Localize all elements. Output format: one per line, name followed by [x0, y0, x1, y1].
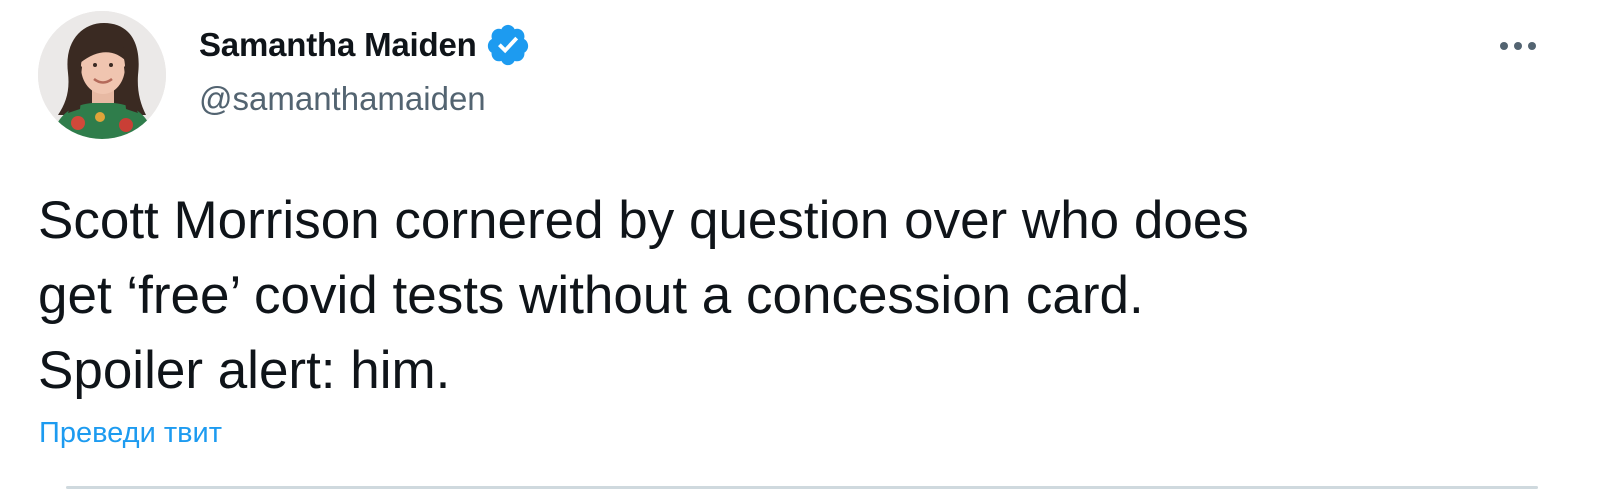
divider [66, 486, 1538, 489]
author-display-name[interactable]: Samantha Maiden [199, 26, 477, 64]
translate-tweet-link[interactable]: Преведи твит [39, 417, 222, 450]
tweet-text: Scott Morrison cornered by question over… [38, 183, 1538, 408]
profile-photo-icon [38, 11, 166, 139]
tweet-text-line: Spoiler alert: him. [38, 341, 451, 400]
more-options-button[interactable] [1488, 26, 1548, 66]
author-handle[interactable]: @samanthamaiden [199, 80, 486, 118]
tweet-text-line: get ‘free’ covid tests without a concess… [38, 266, 1144, 325]
more-horizontal-icon [1500, 42, 1536, 50]
author-name-row[interactable]: Samantha Maiden [199, 24, 531, 66]
avatar[interactable] [38, 11, 166, 139]
tweet-text-line: Scott Morrison cornered by question over… [38, 191, 1249, 250]
tweet-card: Samantha Maiden @samanthamaiden Scott Mo… [0, 0, 1600, 500]
verified-badge-icon [487, 24, 528, 66]
